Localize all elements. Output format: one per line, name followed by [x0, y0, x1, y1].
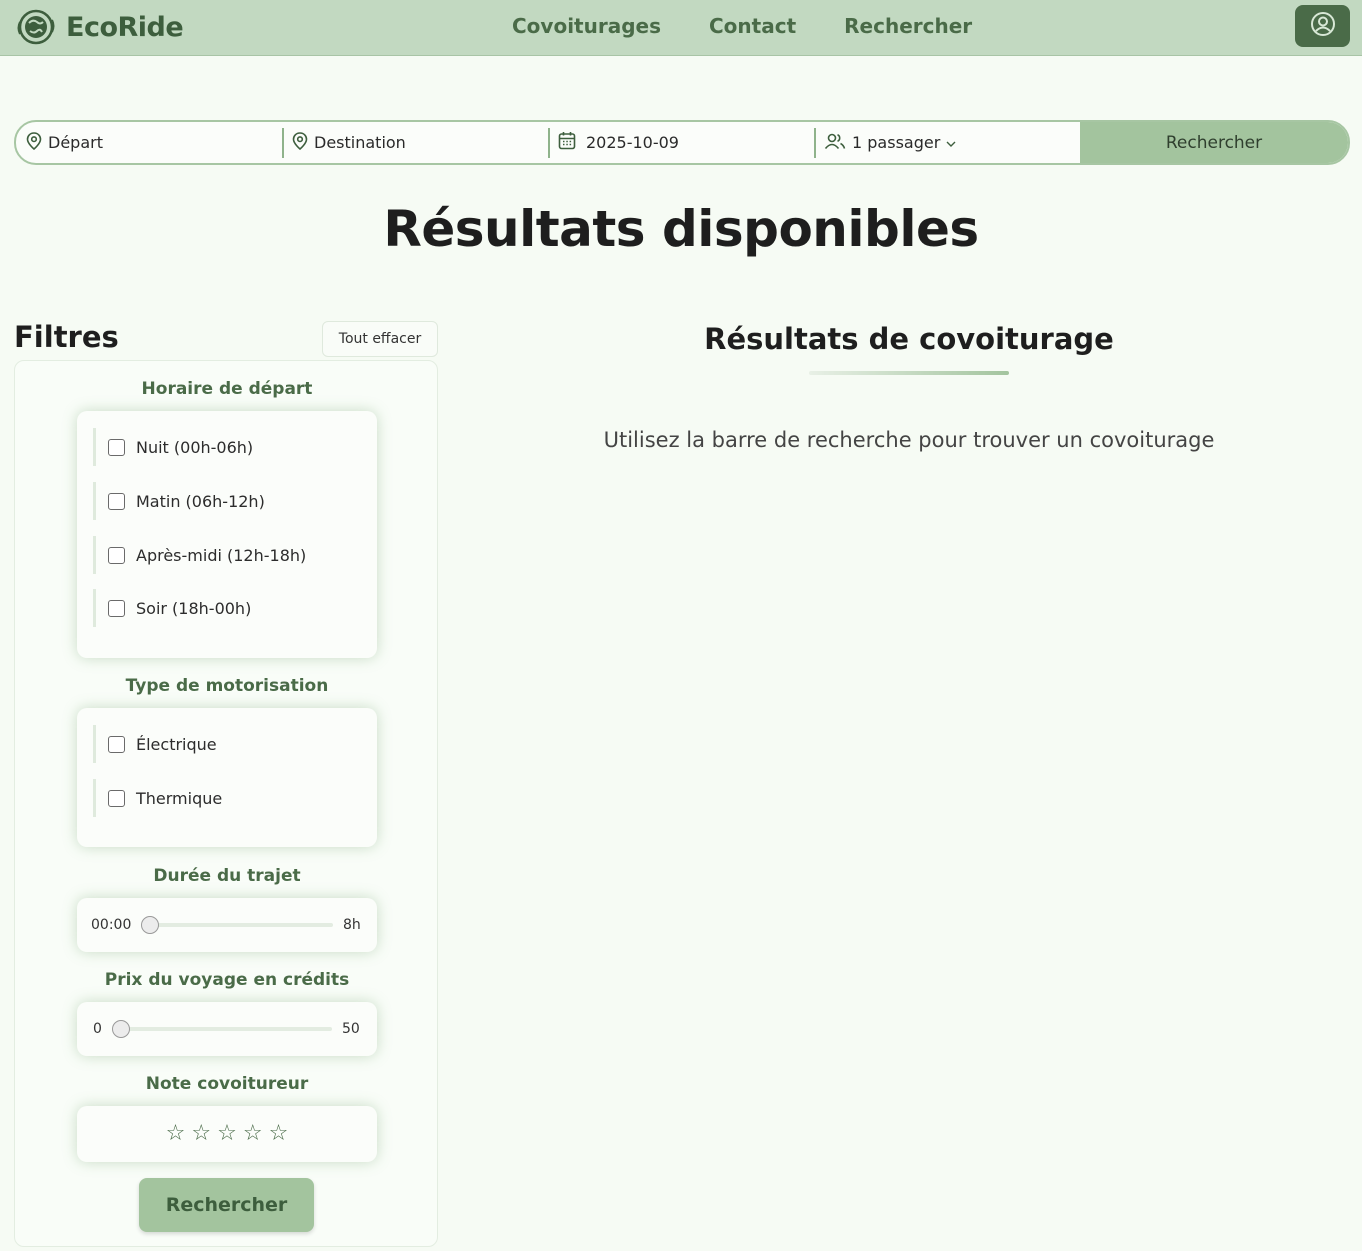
brand-logo[interactable]: EcoRide	[14, 8, 184, 46]
departure-time-card: Nuit (00h-06h) Matin (06h-12h) Après-mid…	[77, 411, 377, 658]
map-pin-icon	[26, 131, 42, 154]
filters-heading: Filtres	[14, 320, 119, 354]
option-apres-midi[interactable]: Après-midi (12h-18h)	[93, 536, 306, 574]
duration-current: 00:00	[91, 917, 132, 933]
slider-thumb[interactable]	[112, 1020, 130, 1038]
user-circle-icon	[1310, 11, 1336, 41]
option-electrique[interactable]: Électrique	[93, 725, 217, 763]
checkbox[interactable]	[108, 492, 125, 510]
checkbox[interactable]	[108, 789, 125, 807]
star-icon[interactable]: ☆	[217, 1123, 237, 1145]
nav-rechercher[interactable]: Rechercher	[844, 14, 972, 38]
map-pin-icon	[292, 131, 308, 154]
departure-time-title: Horaire de départ	[141, 379, 313, 399]
passenger-select[interactable]: 1 passager	[814, 122, 1080, 163]
slider-track[interactable]	[121, 1027, 332, 1031]
results-empty-message: Utilisez la barre de recherche pour trou…	[603, 428, 1215, 452]
top-navbar: EcoRide Covoiturages Contact Rechercher	[0, 0, 1362, 56]
search-bar: 2025-10-09 1 passager Rechercher	[14, 120, 1350, 165]
slider-track[interactable]	[150, 923, 333, 927]
globe-logo-icon	[14, 8, 58, 46]
star-icon[interactable]: ☆	[166, 1123, 186, 1145]
option-matin[interactable]: Matin (06h-12h)	[93, 482, 265, 520]
checkbox[interactable]	[108, 438, 125, 456]
date-value: 2025-10-09	[586, 133, 679, 152]
destination-field[interactable]	[282, 122, 548, 163]
slider-thumb[interactable]	[141, 916, 159, 934]
star-icon[interactable]: ☆	[191, 1123, 211, 1145]
checkbox[interactable]	[108, 735, 125, 753]
filter-search-button[interactable]: Rechercher	[139, 1178, 314, 1232]
price-title: Prix du voyage en crédits	[104, 970, 350, 990]
option-label: Électrique	[136, 734, 217, 754]
date-field[interactable]: 2025-10-09	[548, 122, 814, 163]
calendar-icon	[558, 131, 576, 154]
option-label: Nuit (00h-06h)	[136, 437, 254, 457]
checkbox[interactable]	[108, 599, 125, 617]
option-soir[interactable]: Soir (18h-00h)	[93, 589, 251, 627]
results-title: Résultats de covoiturage	[704, 322, 1114, 356]
nav-contact[interactable]: Contact	[709, 14, 796, 38]
main-nav: Covoiturages Contact Rechercher	[512, 14, 1020, 38]
rating-card: ☆ ☆ ☆ ☆ ☆	[77, 1106, 377, 1162]
duration-title: Durée du trajet	[153, 866, 301, 886]
users-icon	[824, 132, 846, 154]
user-account-button[interactable]	[1295, 5, 1350, 47]
option-label: Matin (06h-12h)	[136, 491, 265, 511]
departure-field[interactable]	[16, 122, 282, 163]
price-card: 0 50	[77, 1002, 377, 1056]
engine-type-card: Électrique Thermique	[77, 708, 377, 847]
duration-slider[interactable]: 00:00 8h	[77, 898, 377, 952]
engine-type-title: Type de motorisation	[125, 676, 329, 696]
clear-filters-button[interactable]: Tout effacer	[322, 321, 438, 357]
passenger-value: 1 passager	[852, 133, 941, 152]
star-rating[interactable]: ☆ ☆ ☆ ☆ ☆	[77, 1106, 377, 1162]
option-thermique[interactable]: Thermique	[93, 779, 222, 817]
chevron-down-icon	[946, 133, 956, 152]
star-icon[interactable]: ☆	[269, 1123, 289, 1145]
results-title-underline	[809, 371, 1009, 375]
departure-input[interactable]	[48, 133, 248, 152]
price-max: 50	[342, 1021, 360, 1037]
destination-input[interactable]	[314, 133, 514, 152]
star-icon[interactable]: ☆	[243, 1123, 263, 1145]
duration-card: 00:00 8h	[77, 898, 377, 952]
option-label: Thermique	[136, 788, 223, 808]
price-current: 0	[93, 1021, 102, 1037]
brand-name: EcoRide	[66, 11, 184, 43]
nav-covoiturages[interactable]: Covoiturages	[512, 14, 661, 38]
option-label: Après-midi (12h-18h)	[136, 545, 307, 565]
option-label: Soir (18h-00h)	[136, 598, 252, 618]
page-title: Résultats disponibles	[383, 200, 979, 258]
option-nuit[interactable]: Nuit (00h-06h)	[93, 428, 253, 466]
checkbox[interactable]	[108, 546, 125, 564]
rating-title: Note covoitureur	[145, 1074, 309, 1094]
price-slider[interactable]: 0 50	[77, 1002, 377, 1056]
search-button[interactable]: Rechercher	[1080, 122, 1348, 163]
filters-panel: Horaire de départ Nuit (00h-06h) Matin (…	[14, 360, 438, 1247]
duration-max: 8h	[343, 917, 361, 933]
